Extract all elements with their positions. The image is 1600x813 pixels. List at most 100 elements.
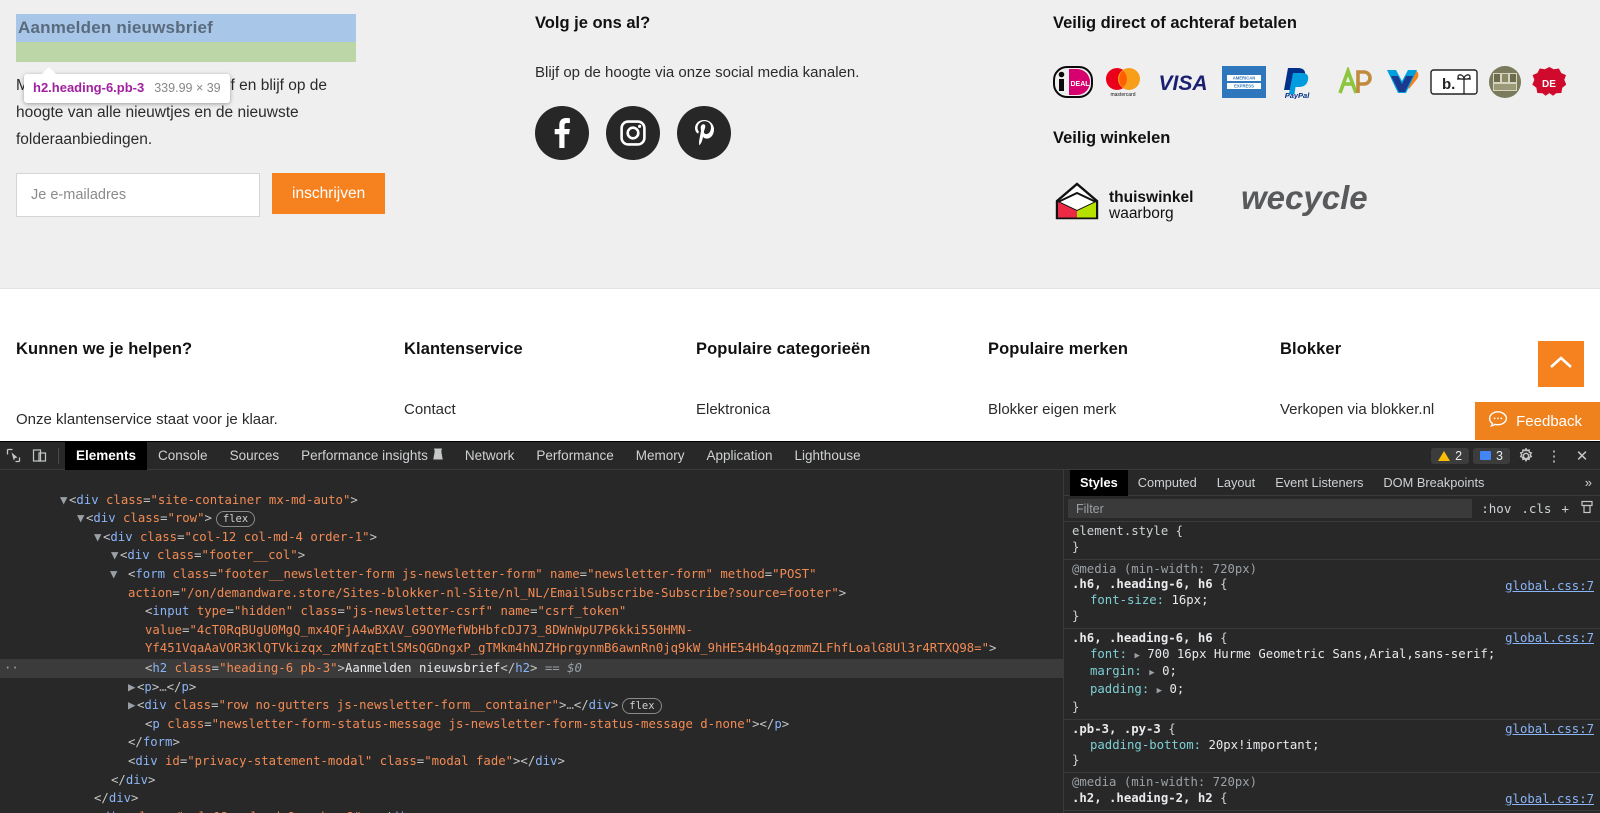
tab-elements[interactable]: Elements [65, 442, 147, 470]
dom-line[interactable]: ▼<div class="row">flex [0, 509, 1063, 528]
ideal-logo: DEAL [1053, 65, 1093, 99]
dom-line[interactable]: ▼<div class="col-12 col-md-4 order-1"> [0, 528, 1063, 547]
trust-title: Veilig winkelen [1053, 129, 1593, 148]
message-badge[interactable]: 3 [1473, 448, 1510, 464]
expand-shorthand-icon[interactable]: ▶ [1157, 686, 1162, 696]
footer-column-categorieen: Populaire categorieën Elektronica [696, 340, 976, 418]
styles-rules-list[interactable]: element.style { } @media (min-width: 720… [1064, 522, 1600, 813]
visa-logo: VISA [1153, 65, 1213, 99]
close-icon[interactable]: ✕ [1570, 444, 1594, 468]
expand-shorthand-icon[interactable]: ▶ [1149, 668, 1154, 678]
style-rule-pb3[interactable]: .pb-3, .py-3 { global.css:7 padding-bott… [1064, 720, 1600, 773]
style-source-link[interactable]: global.css:7 [1505, 631, 1594, 647]
dom-line[interactable]: ▼<div class="footer__col"> [0, 546, 1063, 565]
class-editor-button[interactable]: .cls [1516, 501, 1556, 516]
tab-lighthouse[interactable]: Lighthouse [784, 442, 872, 470]
tab-layout[interactable]: Layout [1207, 470, 1265, 496]
dom-line[interactable]: <p class="newsletter-form-status-message… [0, 715, 1063, 734]
devtools-toolbar: Elements Console Sources Performance ins… [0, 442, 1600, 470]
footer-link-eigen-merk[interactable]: Blokker eigen merk [988, 401, 1268, 418]
tab-console[interactable]: Console [147, 442, 219, 470]
dom-tree-pane[interactable]: ▼<div class="site-container mx-md-auto">… [0, 470, 1063, 813]
style-prop-value[interactable]: 20px!important; [1208, 738, 1319, 752]
scroll-into-view-dots[interactable]: ·· [4, 659, 19, 678]
feedback-button[interactable]: Feedback [1475, 402, 1600, 440]
newsletter-band: Aanmelden nieuwsbrief h2.heading-6.pb-33… [0, 0, 1600, 288]
style-rule-selector: .h2, .heading-2, h2 [1072, 791, 1213, 805]
styles-tab-list: Styles Computed Layout Event Listeners D… [1064, 470, 1600, 496]
style-rule-heading6-media[interactable]: @media (min-width: 720px) .h6, .heading-… [1064, 560, 1600, 629]
dom-line-partial[interactable] [0, 472, 1063, 491]
toolbar-divider [58, 448, 59, 464]
pinterest-icon[interactable] [677, 106, 731, 160]
facebook-icon[interactable] [535, 106, 589, 160]
style-prop-value[interactable]: 0; [1162, 664, 1177, 678]
tab-network[interactable]: Network [454, 442, 526, 470]
style-prop-value[interactable]: 0; [1169, 682, 1184, 696]
styles-tabs-overflow-icon[interactable]: » [1577, 475, 1600, 490]
trust-logo-list: thuiswinkel waarborg wecycle [1053, 174, 1593, 229]
social-column: Volg je ons al? Blijf op de hoogte via o… [535, 14, 975, 160]
new-style-rule-button[interactable]: + [1556, 501, 1574, 516]
b-cadeaukaart-logo: b. [1430, 65, 1478, 99]
devtools-body: ▼<div class="site-container mx-md-auto">… [0, 470, 1600, 813]
tab-performance[interactable]: Performance [525, 442, 624, 470]
vvv-cadeaukaart-logo [1383, 65, 1421, 99]
kebab-menu-icon[interactable]: ⋮ [1542, 444, 1566, 468]
dom-line-form[interactable]: ▼<form class="footer__newsletter-form js… [0, 565, 1063, 602]
tab-sources[interactable]: Sources [219, 442, 291, 470]
inspect-element-icon[interactable] [0, 443, 26, 469]
dom-line[interactable]: ▶<div class="row no-gutters js-newslette… [0, 696, 1063, 715]
style-source-link[interactable]: global.css:7 [1505, 722, 1594, 738]
tab-memory[interactable]: Memory [625, 442, 696, 470]
style-prop-value[interactable]: 16px; [1171, 593, 1208, 607]
dom-line[interactable]: </div> [0, 789, 1063, 808]
device-toolbar-icon[interactable] [26, 443, 52, 469]
style-rule-heading6[interactable]: .h6, .heading-6, h6 { global.css:7 font:… [1064, 629, 1600, 720]
warning-badge[interactable]: 2 [1431, 448, 1469, 464]
style-source-link[interactable]: global.css:7 [1505, 579, 1594, 595]
footer-column-title: Populaire merken [988, 340, 1268, 359]
devtools-tab-list: Elements Console Sources Performance ins… [65, 442, 872, 470]
scroll-to-top-button[interactable] [1538, 341, 1584, 387]
style-prop-name: font-size [1090, 593, 1157, 607]
dom-line[interactable]: ▼<div class="site-container mx-md-auto"> [0, 491, 1063, 510]
tab-performance-insights[interactable]: Performance insights [290, 442, 454, 470]
dom-line-selected-h2[interactable]: ··<h2 class="heading-6 pb-3">Aanmelden n… [0, 659, 1063, 678]
footer-link-contact[interactable]: Contact [404, 401, 684, 418]
flex-badge[interactable]: flex [216, 511, 255, 527]
expand-shorthand-icon[interactable]: ▶ [1134, 651, 1139, 661]
newsletter-email-input[interactable] [16, 173, 260, 217]
footer-column-title: Blokker [1280, 340, 1580, 359]
style-rule-heading2-media[interactable]: @media (min-width: 720px) .h2, .heading-… [1064, 773, 1600, 811]
newsletter-submit-button[interactable]: inschrijven [272, 173, 385, 214]
tab-styles[interactable]: Styles [1070, 470, 1128, 496]
dom-line[interactable]: </form> [0, 733, 1063, 752]
dom-line[interactable]: </div> [0, 771, 1063, 790]
experiment-icon [433, 448, 443, 463]
tab-dom-breakpoints[interactable]: DOM Breakpoints [1373, 470, 1494, 496]
flex-badge[interactable]: flex [622, 698, 661, 714]
styles-filter-input[interactable] [1068, 499, 1472, 518]
gear-icon[interactable] [1514, 444, 1538, 468]
tab-computed[interactable]: Computed [1128, 470, 1207, 496]
style-rule-media: @media (min-width: 720px) [1072, 775, 1600, 791]
copy-styles-icon[interactable] [1574, 500, 1600, 517]
svg-text:wecycle: wecycle [1241, 179, 1368, 216]
newsletter-column: Aanmelden nieuwsbrief h2.heading-6.pb-33… [16, 14, 388, 217]
footer-link-elektronica[interactable]: Elektronica [696, 401, 976, 418]
devtools-toolbar-right: 2 3 ⋮ ✕ [1431, 444, 1594, 468]
style-rule-element-style[interactable]: element.style { } [1064, 522, 1600, 560]
wecycle-logo: wecycle [1241, 179, 1391, 224]
tab-event-listeners[interactable]: Event Listeners [1265, 470, 1373, 496]
footer-column-merken: Populaire merken Blokker eigen merk [988, 340, 1268, 418]
tab-application[interactable]: Application [695, 442, 783, 470]
style-source-link[interactable]: global.css:7 [1505, 792, 1594, 808]
dom-line[interactable]: ▶<p>…</p> [0, 678, 1063, 697]
instagram-icon[interactable] [606, 106, 660, 160]
style-prop-value[interactable]: 700 16px Hurme Geometric Sans,Arial,sans… [1147, 647, 1495, 661]
dom-line-csrf-input[interactable]: <input type="hidden" class="js-newslette… [0, 602, 1063, 658]
hover-state-button[interactable]: :hov [1476, 501, 1516, 516]
dom-line[interactable]: ▶<div class="col-12 col-md-8 order-2">…<… [0, 808, 1063, 813]
dom-line[interactable]: <div id="privacy-statement-modal" class=… [0, 752, 1063, 771]
